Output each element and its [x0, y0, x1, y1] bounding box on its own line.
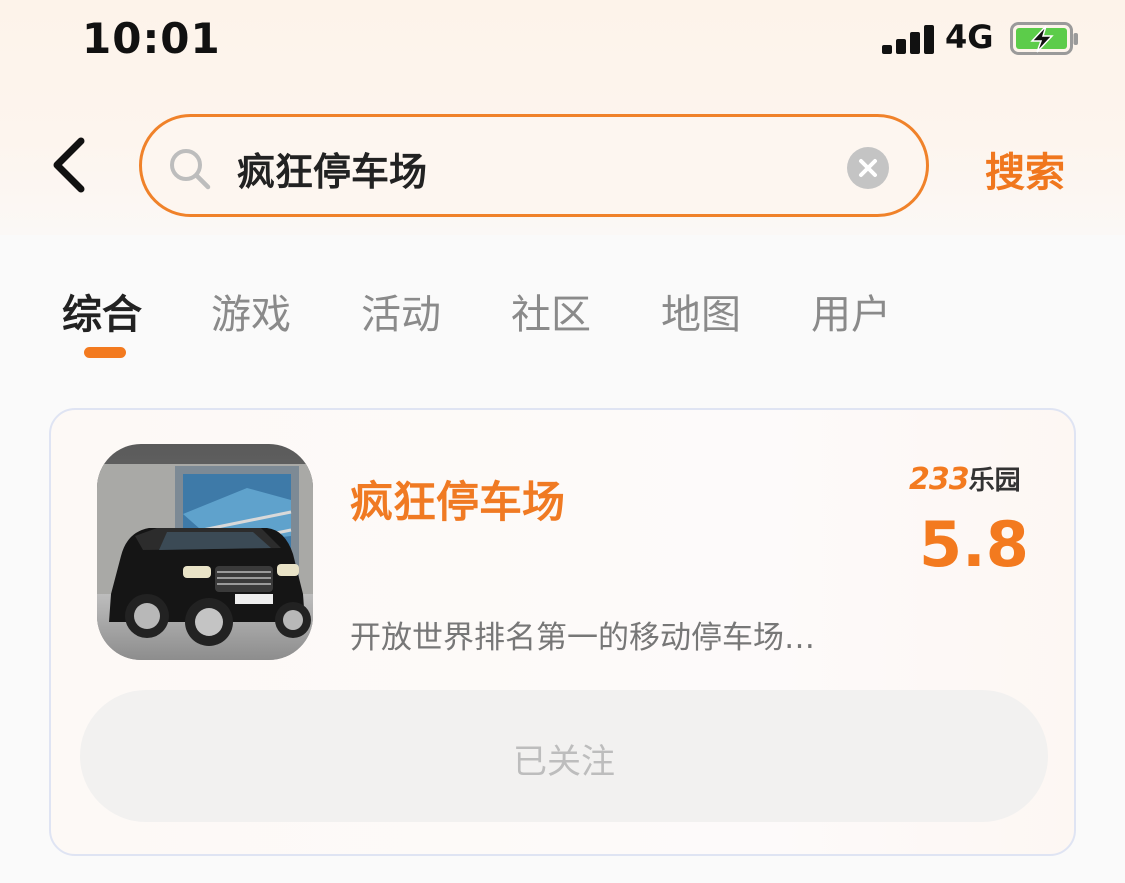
app-description: 开放世界排名第一的移动停车场… [350, 620, 815, 656]
rating-score: 5.8 [919, 508, 1029, 581]
follow-button-label: 已关注 [513, 742, 615, 782]
brand-text: 乐园 [968, 466, 1021, 496]
tab-events[interactable]: 活动 [361, 282, 441, 340]
app-result-card[interactable]: 疯狂停车场 开放世界排名第一的移动停车场… 233乐园 5.8 已关注 [49, 408, 1076, 856]
status-time: 10:01 [82, 14, 221, 63]
tab-comprehensive[interactable]: 综合 [62, 282, 142, 340]
tab-maps[interactable]: 地图 [661, 282, 741, 340]
search-query-text: 疯狂停车场 [237, 150, 428, 194]
tab-users[interactable]: 用户 [811, 282, 891, 340]
signal-strength-icon [882, 24, 936, 54]
app-icon[interactable] [97, 444, 313, 660]
search-input[interactable]: 疯狂停车场 [139, 114, 929, 217]
brand-number: 233 [909, 462, 970, 497]
tab-games[interactable]: 游戏 [211, 282, 291, 340]
search-button[interactable]: 搜索 [985, 140, 1065, 198]
brand-logo: 233乐园 [909, 460, 1021, 497]
network-type: 4G [945, 18, 994, 56]
follow-button[interactable]: 已关注 [80, 690, 1048, 822]
app-title[interactable]: 疯狂停车场 [350, 468, 565, 530]
active-tab-indicator [84, 347, 126, 358]
battery-charging-icon [1010, 22, 1078, 55]
clear-icon[interactable] [847, 147, 889, 189]
search-icon [168, 147, 212, 191]
back-icon[interactable] [45, 135, 95, 195]
tab-community[interactable]: 社区 [511, 282, 591, 340]
